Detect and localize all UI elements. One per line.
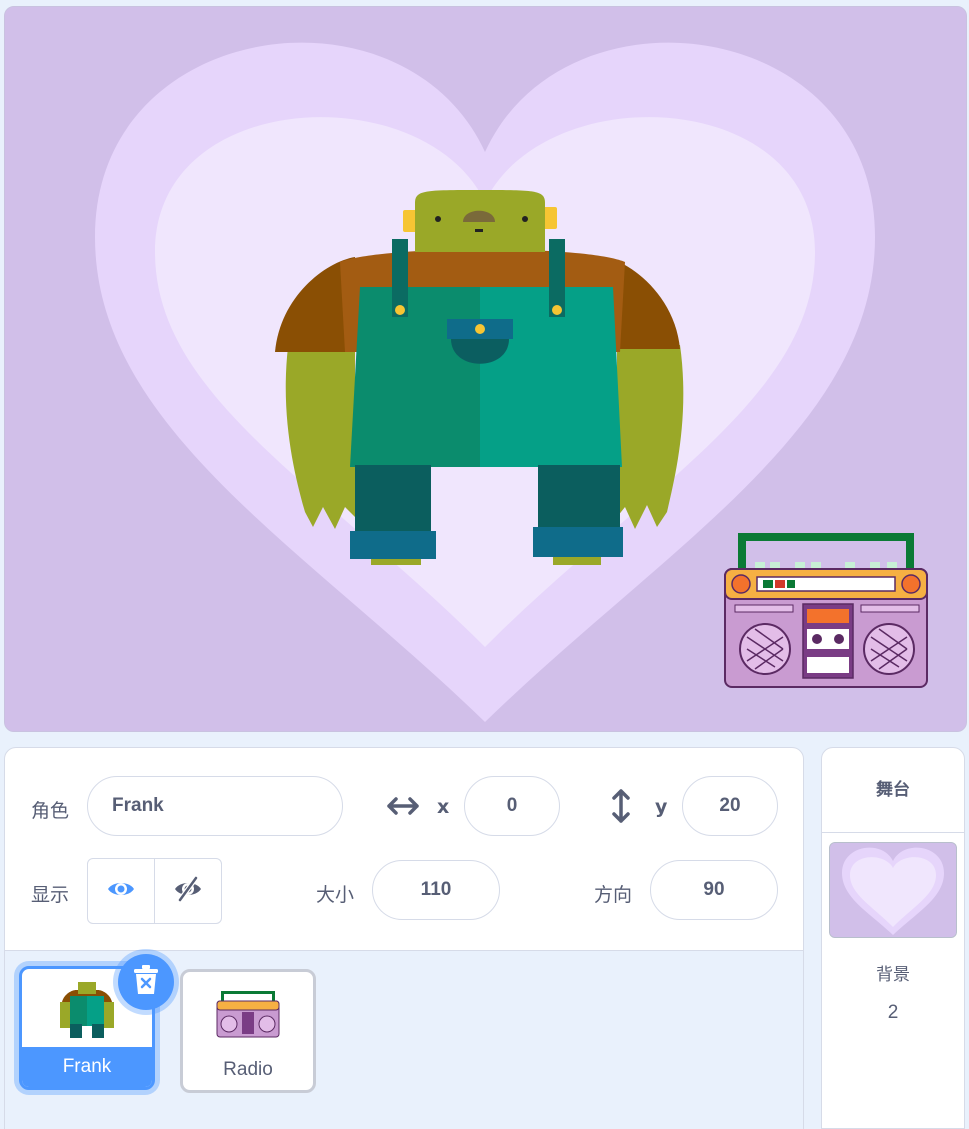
sprite-tile-label: Radio: [223, 1059, 273, 1080]
sprite-tile-radio[interactable]: Radio: [180, 969, 316, 1093]
hide-sprite-button[interactable]: [154, 859, 221, 923]
y-label: y: [655, 796, 668, 818]
trash-icon: [132, 964, 160, 1001]
x-position-input[interactable]: 0: [464, 776, 560, 836]
sprite-name-label: 角色: [31, 800, 70, 822]
backdrop-thumbnail[interactable]: [829, 842, 957, 938]
show-label: 显示: [31, 884, 70, 906]
direction-label: 方向: [594, 884, 633, 906]
stage-panel-title: 舞台: [822, 748, 964, 833]
sprite-name-input[interactable]: Frank: [87, 776, 343, 836]
size-input[interactable]: 110: [372, 860, 500, 920]
sprite-info-area: 角色 Frank x 0 y 20 显示 大小 110 方向 90: [5, 748, 803, 950]
x-label: x: [437, 796, 450, 818]
backdrops-label: 背景: [876, 965, 910, 985]
eye-slash-icon: [173, 876, 203, 907]
delete-sprite-button[interactable]: [118, 954, 174, 1010]
visibility-toggle: [87, 858, 222, 924]
show-sprite-button[interactable]: [88, 859, 154, 923]
sprite-tile-label: Frank: [22, 1047, 152, 1087]
radio-thumbnail: [183, 972, 313, 1056]
size-label: 大小: [316, 884, 355, 906]
vertical-arrows-icon: [610, 788, 632, 829]
y-position-input[interactable]: 20: [682, 776, 778, 836]
eye-icon: [106, 878, 136, 905]
direction-input[interactable]: 90: [650, 860, 778, 920]
stage-selector-panel[interactable]: 舞台 背景 2: [821, 747, 965, 1129]
stage-canvas[interactable]: [4, 6, 967, 732]
sprite-info-panel: 角色 Frank x 0 y 20 显示 大小 110 方向 90 Frank …: [4, 747, 804, 1129]
horizontal-arrows-icon: [386, 795, 420, 822]
backdrops-count: 2: [887, 1002, 899, 1023]
